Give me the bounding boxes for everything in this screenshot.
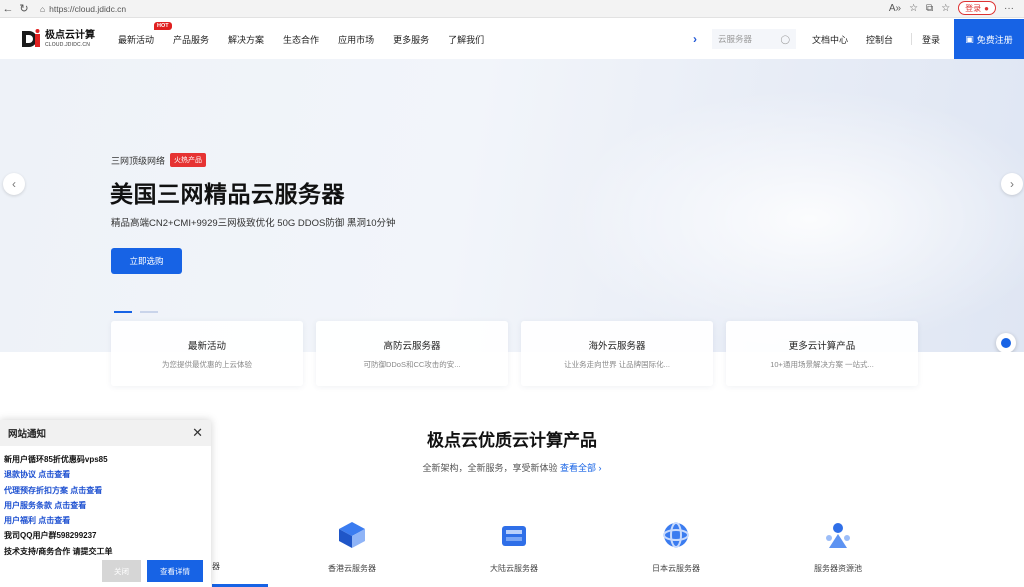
hero-subtitle: 精品高端CN2+CMI+9929三网极致优化 50G DDOS防御 黑洞10分钟 [111, 218, 396, 229]
browser-login-button[interactable]: 登录 ● [958, 1, 996, 15]
nav-item-ecosystem[interactable]: 生态合作 [283, 33, 319, 46]
notice-title: 网站通知 [8, 429, 47, 440]
favorite-star-icon[interactable]: ☆ [909, 3, 918, 14]
logo-mark-icon [22, 29, 40, 47]
card-title: 更多云计算产品 [788, 340, 856, 352]
card-latest-activity[interactable]: 最新活动 为您提供最优惠的上云体验 [111, 321, 303, 386]
nav-label: 最新活动 [118, 34, 155, 45]
hero-title: 美国三网精品云服务器 [110, 181, 345, 207]
nav-item-more-services[interactable]: 更多服务 [393, 33, 429, 46]
notice-actions: 关闭 查看详情 [102, 560, 203, 582]
lock-icon: ⌂ [40, 3, 46, 14]
notice-link-benefits[interactable]: 用户福利 点击查看 [4, 513, 207, 528]
carousel-dot[interactable] [114, 311, 132, 313]
profile-icon: ● [984, 3, 989, 13]
docs-link[interactable]: 文档中心 [812, 33, 848, 46]
address-bar[interactable]: ⌂ https://cloud.jdidc.cn [40, 2, 600, 16]
notice-line: 新用户循环85折优惠码vps85 [4, 455, 108, 464]
console-link[interactable]: 控制台 [866, 33, 893, 46]
notice-view-details-button[interactable]: 查看详情 [147, 560, 203, 582]
product-label: 大陆云服务器 [490, 564, 538, 573]
carousel-indicators [114, 311, 158, 313]
notice-link-refund[interactable]: 退款协议 点击查看 [4, 467, 207, 482]
product-label: 日本云服务器 [652, 564, 700, 573]
search-icon[interactable]: ◯ [780, 34, 790, 45]
card-desc: 10+通用场景解决方案 一站式... [770, 359, 874, 369]
globe-icon [663, 522, 689, 548]
chat-bubble-icon[interactable] [996, 333, 1016, 352]
notice-link-agent[interactable]: 代理预存折扣方案 点击查看 [4, 483, 207, 498]
search-input[interactable]: 云服务器 ◯ [711, 29, 796, 49]
card-overseas-server[interactable]: 海外云服务器 让业务走向世界 让品牌国际化... [521, 321, 713, 386]
site-logo[interactable]: 极点云计算 CLOUD.JDIDC.CN [20, 28, 95, 50]
login-link[interactable]: 登录 [922, 33, 940, 46]
site-header: 极点云计算 CLOUD.JDIDC.CN 最新活动 HOT 产品服务 解决方案 生… [0, 19, 1024, 59]
network-node-icon [826, 523, 850, 548]
product-mainland-server[interactable]: 大陆云服务器 [464, 518, 564, 574]
back-icon[interactable]: ← [0, 1, 16, 17]
more-options-icon[interactable]: ··· [1004, 3, 1014, 14]
card-desc: 让业务走向世界 让品牌国际化... [564, 359, 670, 369]
browser-actions: A» ☆ ⧉ ☆ 登录 ● ··· [889, 1, 1014, 15]
product-japan-server[interactable]: 日本云服务器 [626, 518, 726, 574]
carousel-next-icon[interactable]: › [1001, 173, 1023, 195]
browser-toolbar: ← ↻ ⌂ https://cloud.jdidc.cn A» ☆ ⧉ ☆ 登录… [0, 0, 1024, 18]
card-desc: 可防御DDoS和CC攻击的安... [363, 359, 461, 369]
register-label: 免费注册 [976, 34, 1013, 45]
carousel-prev-icon[interactable]: ‹ [3, 173, 25, 195]
card-title: 高防云服务器 [383, 340, 441, 352]
search-placeholder: 云服务器 [717, 34, 752, 44]
hero-tagline: 三网顶级网络 火热产品 [111, 153, 207, 167]
nav-item-app-market[interactable]: 应用市场 [338, 33, 374, 46]
browser-login-label: 登录 [965, 3, 982, 13]
notice-body: 新用户循环85折优惠码vps85 退款协议 点击查看 代理预存折扣方案 点击查看… [0, 446, 211, 559]
notice-line: 我司QQ用户群598299237 [4, 531, 97, 541]
product-resource-pool[interactable]: 服务器资源池 [788, 518, 888, 574]
register-button[interactable]: ▣ 免费注册 [954, 19, 1024, 59]
notice-link-terms[interactable]: 用户服务条款 点击查看 [4, 498, 207, 513]
logo-subtext: CLOUD.JDIDC.CN [45, 41, 91, 48]
card-more-products[interactable]: 更多云计算产品 10+通用场景解决方案 一站式... [726, 321, 918, 386]
main-nav: 最新活动 HOT 产品服务 解决方案 生态合作 应用市场 更多服务 了解我们 [118, 19, 484, 59]
card-ddos-server[interactable]: 高防云服务器 可防御DDoS和CC攻击的安... [316, 321, 508, 386]
nav-item-about[interactable]: 了解我们 [448, 33, 484, 46]
notice-line: 技术支持/商务合作 请提交工单 [4, 546, 113, 556]
product-label-partial: 器 [212, 562, 220, 571]
chevron-right-icon[interactable]: › [688, 28, 702, 50]
site-notice-popup: 网站通知 ✕ 新用户循环85折优惠码vps85 退款协议 点击查看 代理预存折扣… [0, 420, 211, 587]
server-stack-icon [339, 522, 365, 548]
buy-now-button[interactable]: 立即选购 [111, 248, 182, 274]
view-all-link[interactable]: 查看全部 › [560, 463, 602, 473]
product-label: 香港云服务器 [328, 564, 376, 573]
hero-background-glow [560, 89, 1024, 349]
collections-icon[interactable]: ☆ [941, 3, 950, 14]
extensions-icon[interactable]: ⧉ [926, 3, 933, 14]
hot-product-tag: 火热产品 [170, 153, 207, 167]
card-desc: 为您提供最优惠的上云体验 [162, 359, 252, 369]
hero-banner: 三网顶级网络 火热产品 美国三网精品云服务器 精品高端CN2+CMI+9929三… [0, 59, 1024, 352]
product-label: 服务器资源池 [814, 564, 862, 573]
notice-header: 网站通知 ✕ [0, 420, 211, 446]
card-title: 海外云服务器 [588, 340, 646, 352]
hero-tagline-text: 三网顶级网络 [111, 155, 166, 166]
user-icon: ▣ [965, 33, 974, 44]
product-hk-server[interactable]: 香港云服务器 [302, 518, 402, 574]
reload-icon[interactable]: ↻ [16, 1, 32, 17]
nav-item-latest-activity[interactable]: 最新活动 HOT [118, 21, 172, 46]
cloud-box-icon [502, 526, 526, 546]
notice-close-button[interactable]: 关闭 [102, 560, 141, 582]
logo-text: 极点云计算 [45, 29, 95, 41]
read-aloud-icon[interactable]: A» [889, 3, 901, 14]
section-subtitle-text: 全新架构，全新服务，享受新体验 [422, 463, 558, 473]
divider [910, 33, 912, 45]
close-icon[interactable]: ✕ [192, 425, 203, 441]
nav-item-solutions[interactable]: 解决方案 [228, 33, 264, 46]
url-text: https://cloud.jdidc.cn [49, 3, 127, 14]
card-title: 最新活动 [187, 340, 226, 352]
header-actions: › 云服务器 ◯ 文档中心 控制台 登录 ▣ 免费注册 [688, 19, 1024, 59]
feature-cards: 最新活动 为您提供最优惠的上云体验 高防云服务器 可防御DDoS和CC攻击的安.… [111, 321, 918, 386]
carousel-dot[interactable] [140, 311, 158, 313]
hot-badge: HOT [154, 21, 172, 30]
nav-item-products[interactable]: 产品服务 [173, 33, 209, 46]
